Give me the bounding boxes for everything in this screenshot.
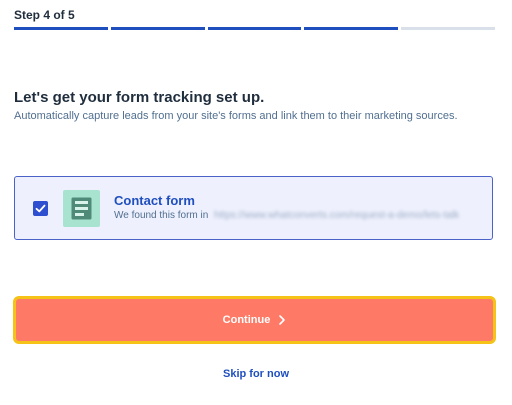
page-title: Let's get your form tracking set up. xyxy=(14,89,265,106)
skip-link[interactable]: Skip for now xyxy=(0,368,512,380)
form-title: Contact form xyxy=(114,193,195,208)
form-description: We found this form in https://www.whatco… xyxy=(114,210,459,221)
progress-segment-4 xyxy=(304,27,399,30)
onboarding-page: Step 4 of 5 Let's get your form tracking… xyxy=(0,0,512,405)
continue-label: Continue xyxy=(222,314,271,326)
continue-button[interactable]: Continue xyxy=(13,296,496,344)
page-subtitle: Automatically capture leads from your si… xyxy=(14,110,458,122)
progress-bar xyxy=(14,27,495,30)
check-icon xyxy=(35,204,46,213)
chevron-right-icon xyxy=(279,315,286,325)
progress-segment-5 xyxy=(401,27,495,30)
contact-form-checkbox[interactable] xyxy=(33,201,48,216)
progress-segment-1 xyxy=(14,27,108,30)
form-description-text: We found this form in xyxy=(114,210,209,221)
form-url: https://www.whatconverts.com/request-a-d… xyxy=(214,210,460,221)
progress-segment-2 xyxy=(110,27,205,30)
form-icon xyxy=(63,190,100,227)
step-label: Step 4 of 5 xyxy=(14,8,75,22)
contact-form-card[interactable]: Contact form We found this form in https… xyxy=(14,176,493,240)
progress-segment-3 xyxy=(207,27,302,30)
